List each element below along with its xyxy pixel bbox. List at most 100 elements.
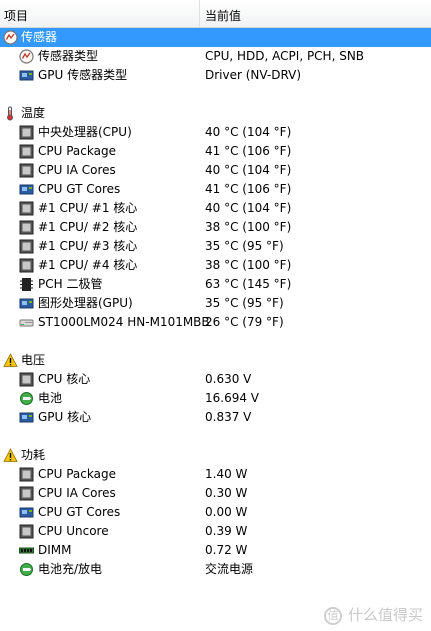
item-label: CPU IA Cores (38, 163, 116, 177)
cpu-chip-icon (19, 524, 34, 539)
list-item[interactable]: CPU GT Cores 41 °C (106 °F) (0, 180, 431, 199)
item-value: CPU, HDD, ACPI, PCH, SNB (205, 49, 365, 63)
list-header: 项目 当前值 (0, 0, 431, 28)
hard-disk-icon (19, 315, 34, 330)
item-value: 41 °C (106 °F) (205, 182, 292, 196)
list-item[interactable]: #1 CPU/ #4 核心 38 °C (100 °F) (0, 256, 431, 275)
group-row-power[interactable]: 功耗 (0, 446, 431, 465)
list-item[interactable]: 电池 16.694 V (0, 389, 431, 408)
item-label: #1 CPU/ #1 核心 (38, 201, 138, 215)
item-label: GPU 传感器类型 (38, 68, 128, 82)
item-value: 交流电源 (205, 562, 254, 576)
cpu-chip-icon (19, 372, 34, 387)
item-value: 0.837 V (205, 410, 252, 424)
item-value: 35 °C (95 °F) (205, 296, 284, 310)
sensor-list: 传感器 传感器类型 CPU, HDD, ACPI, PCH, SNB GPU 传… (0, 28, 431, 579)
item-label: CPU Package (38, 467, 116, 481)
item-value: 0.00 W (205, 505, 248, 519)
item-label: #1 CPU/ #4 核心 (38, 258, 138, 272)
list-item[interactable]: 电池充/放电 交流电源 (0, 560, 431, 579)
memory-module-icon (19, 543, 34, 558)
item-label: #1 CPU/ #3 核心 (38, 239, 138, 253)
watermark: 值什么值得买 (323, 604, 423, 625)
item-label: CPU GT Cores (38, 182, 121, 196)
warning-icon (3, 448, 18, 463)
cpu-chip-icon (19, 163, 34, 178)
item-value: Driver (NV-DRV) (205, 68, 302, 82)
list-item[interactable]: #1 CPU/ #3 核心 35 °C (95 °F) (0, 237, 431, 256)
item-label: CPU Uncore (38, 524, 109, 538)
list-item[interactable]: ST1000LM024 HN-M101MBB 26 °C (79 °F) (0, 313, 431, 332)
item-value: 40 °C (104 °F) (205, 163, 292, 177)
item-value: 63 °C (145 °F) (205, 277, 292, 291)
gpu-card-icon (19, 182, 34, 197)
item-label: CPU 核心 (38, 372, 91, 386)
battery-icon (19, 562, 34, 577)
cpu-chip-icon (19, 220, 34, 235)
item-label: ST1000LM024 HN-M101MBB (38, 315, 210, 329)
cpu-chip-icon (19, 125, 34, 140)
gpu-card-icon (19, 410, 34, 425)
list-item[interactable]: 中央处理器(CPU) 40 °C (104 °F) (0, 123, 431, 142)
group-title-voltage: 电压 (21, 353, 46, 367)
item-value: 0.39 W (205, 524, 248, 538)
battery-icon (19, 391, 34, 406)
item-label: GPU 核心 (38, 410, 92, 424)
item-value: 0.630 V (205, 372, 252, 386)
item-value: 38 °C (100 °F) (205, 258, 292, 272)
gpu-card-icon (19, 296, 34, 311)
item-label: 传感器类型 (38, 49, 99, 63)
item-label: 电池充/放电 (38, 562, 103, 576)
list-item[interactable]: GPU 传感器类型 Driver (NV-DRV) (0, 66, 431, 85)
list-item[interactable]: 传感器类型 CPU, HDD, ACPI, PCH, SNB (0, 47, 431, 66)
list-item[interactable]: CPU GT Cores 0.00 W (0, 503, 431, 522)
sensor-gauge-icon (3, 30, 18, 45)
item-label: CPU GT Cores (38, 505, 121, 519)
item-label: 图形处理器(GPU) (38, 296, 133, 310)
column-divider[interactable] (199, 0, 200, 27)
item-label: 中央处理器(CPU) (38, 125, 132, 139)
group-row-sensor[interactable]: 传感器 (0, 28, 431, 47)
list-item[interactable]: #1 CPU/ #1 核心 40 °C (104 °F) (0, 199, 431, 218)
gpu-card-icon (19, 505, 34, 520)
group-row-temperature[interactable]: 温度 (0, 104, 431, 123)
item-value: 40 °C (104 °F) (205, 125, 292, 139)
item-value: 0.72 W (205, 543, 248, 557)
list-item[interactable]: 图形处理器(GPU) 35 °C (95 °F) (0, 294, 431, 313)
list-item[interactable]: CPU Uncore 0.39 W (0, 522, 431, 541)
chipset-icon (19, 277, 34, 292)
cpu-chip-icon (19, 467, 34, 482)
gpu-card-icon (19, 68, 34, 83)
list-item[interactable]: GPU 核心 0.837 V (0, 408, 431, 427)
item-label: CPU IA Cores (38, 486, 116, 500)
thermometer-icon (3, 106, 18, 121)
group-row-voltage[interactable]: 电压 (0, 351, 431, 370)
cpu-chip-icon (19, 258, 34, 273)
group-title-power: 功耗 (21, 448, 46, 462)
list-item[interactable]: CPU Package 1.40 W (0, 465, 431, 484)
item-value: 16.694 V (205, 391, 260, 405)
warning-icon (3, 353, 18, 368)
column-header-item[interactable]: 项目 (4, 7, 28, 24)
column-header-value[interactable]: 当前值 (205, 7, 241, 24)
item-value: 38 °C (100 °F) (205, 220, 292, 234)
list-item[interactable]: DIMM 0.72 W (0, 541, 431, 560)
list-item[interactable]: CPU IA Cores 0.30 W (0, 484, 431, 503)
list-item[interactable]: PCH 二极管 63 °C (145 °F) (0, 275, 431, 294)
item-label: 电池 (38, 391, 63, 405)
item-value: 26 °C (79 °F) (205, 315, 284, 329)
item-value: 40 °C (104 °F) (205, 201, 292, 215)
watermark-logo-icon: 值 (323, 606, 342, 625)
cpu-chip-icon (19, 201, 34, 216)
list-item[interactable]: #1 CPU/ #2 核心 38 °C (100 °F) (0, 218, 431, 237)
item-value: 0.30 W (205, 486, 248, 500)
list-item[interactable]: CPU IA Cores 40 °C (104 °F) (0, 161, 431, 180)
group-title-temperature: 温度 (21, 106, 46, 120)
list-item[interactable]: CPU 核心 0.630 V (0, 370, 431, 389)
list-item[interactable]: CPU Package 41 °C (106 °F) (0, 142, 431, 161)
item-label: #1 CPU/ #2 核心 (38, 220, 138, 234)
item-value: 41 °C (106 °F) (205, 144, 292, 158)
